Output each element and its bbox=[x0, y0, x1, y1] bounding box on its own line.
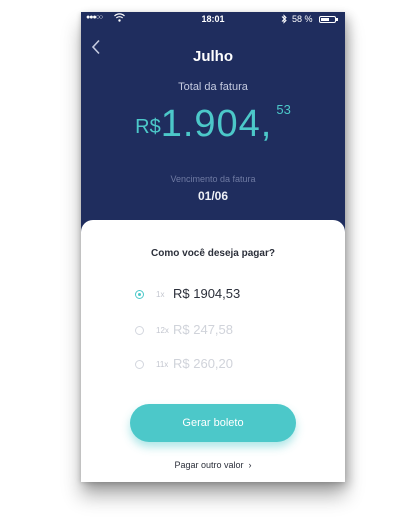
option-value: R$ 247,58 bbox=[173, 322, 233, 337]
option-installments: 11x bbox=[156, 360, 169, 369]
payment-option-1x[interactable]: 1x R$ 1904,53 bbox=[131, 285, 311, 305]
radio-selected-icon[interactable] bbox=[135, 290, 144, 299]
option-installments: 1x bbox=[156, 290, 165, 299]
battery-icon bbox=[319, 16, 336, 23]
payment-sheet: Como você deseja pagar? 1x R$ 1904,53 12… bbox=[81, 220, 345, 482]
radio-icon[interactable] bbox=[135, 326, 144, 335]
payment-option-11x[interactable]: 11x R$ 260,20 bbox=[131, 355, 311, 375]
amount-integer: 1.904, bbox=[160, 103, 273, 145]
due-date-label: Vencimento da fatura bbox=[170, 174, 256, 184]
radio-icon[interactable] bbox=[135, 360, 144, 369]
page-title: Julho bbox=[193, 48, 233, 65]
amount-cents: 53 bbox=[276, 102, 291, 117]
option-value: R$ 260,20 bbox=[173, 356, 233, 371]
generate-boleto-button[interactable]: Gerar boleto bbox=[130, 404, 296, 442]
invoice-total: R$1.904, 53 bbox=[81, 102, 345, 146]
pay-other-amount-link[interactable]: Pagar outro valor › bbox=[81, 460, 345, 470]
payment-option-12x[interactable]: 12x R$ 247,58 bbox=[131, 321, 311, 341]
battery-level bbox=[321, 18, 329, 21]
option-installments: 12x bbox=[156, 326, 169, 335]
due-date: 01/06 bbox=[197, 189, 229, 203]
battery-cap bbox=[336, 18, 338, 21]
chevron-right-icon: › bbox=[248, 460, 252, 470]
total-label: Total da fatura bbox=[178, 81, 248, 93]
payment-question: Como você deseja pagar? bbox=[151, 248, 275, 259]
battery-percentage: 58 % bbox=[292, 14, 313, 24]
bluetooth-icon bbox=[281, 14, 287, 26]
phone-screen: ●●●○○ 18:01 58 % Julho Total da fatura R… bbox=[81, 12, 345, 482]
option-value: R$ 1904,53 bbox=[173, 286, 241, 301]
status-bar: ●●●○○ 18:01 58 % bbox=[81, 12, 345, 28]
pay-other-amount-label: Pagar outro valor bbox=[174, 460, 244, 470]
currency-symbol: R$ bbox=[135, 116, 161, 138]
